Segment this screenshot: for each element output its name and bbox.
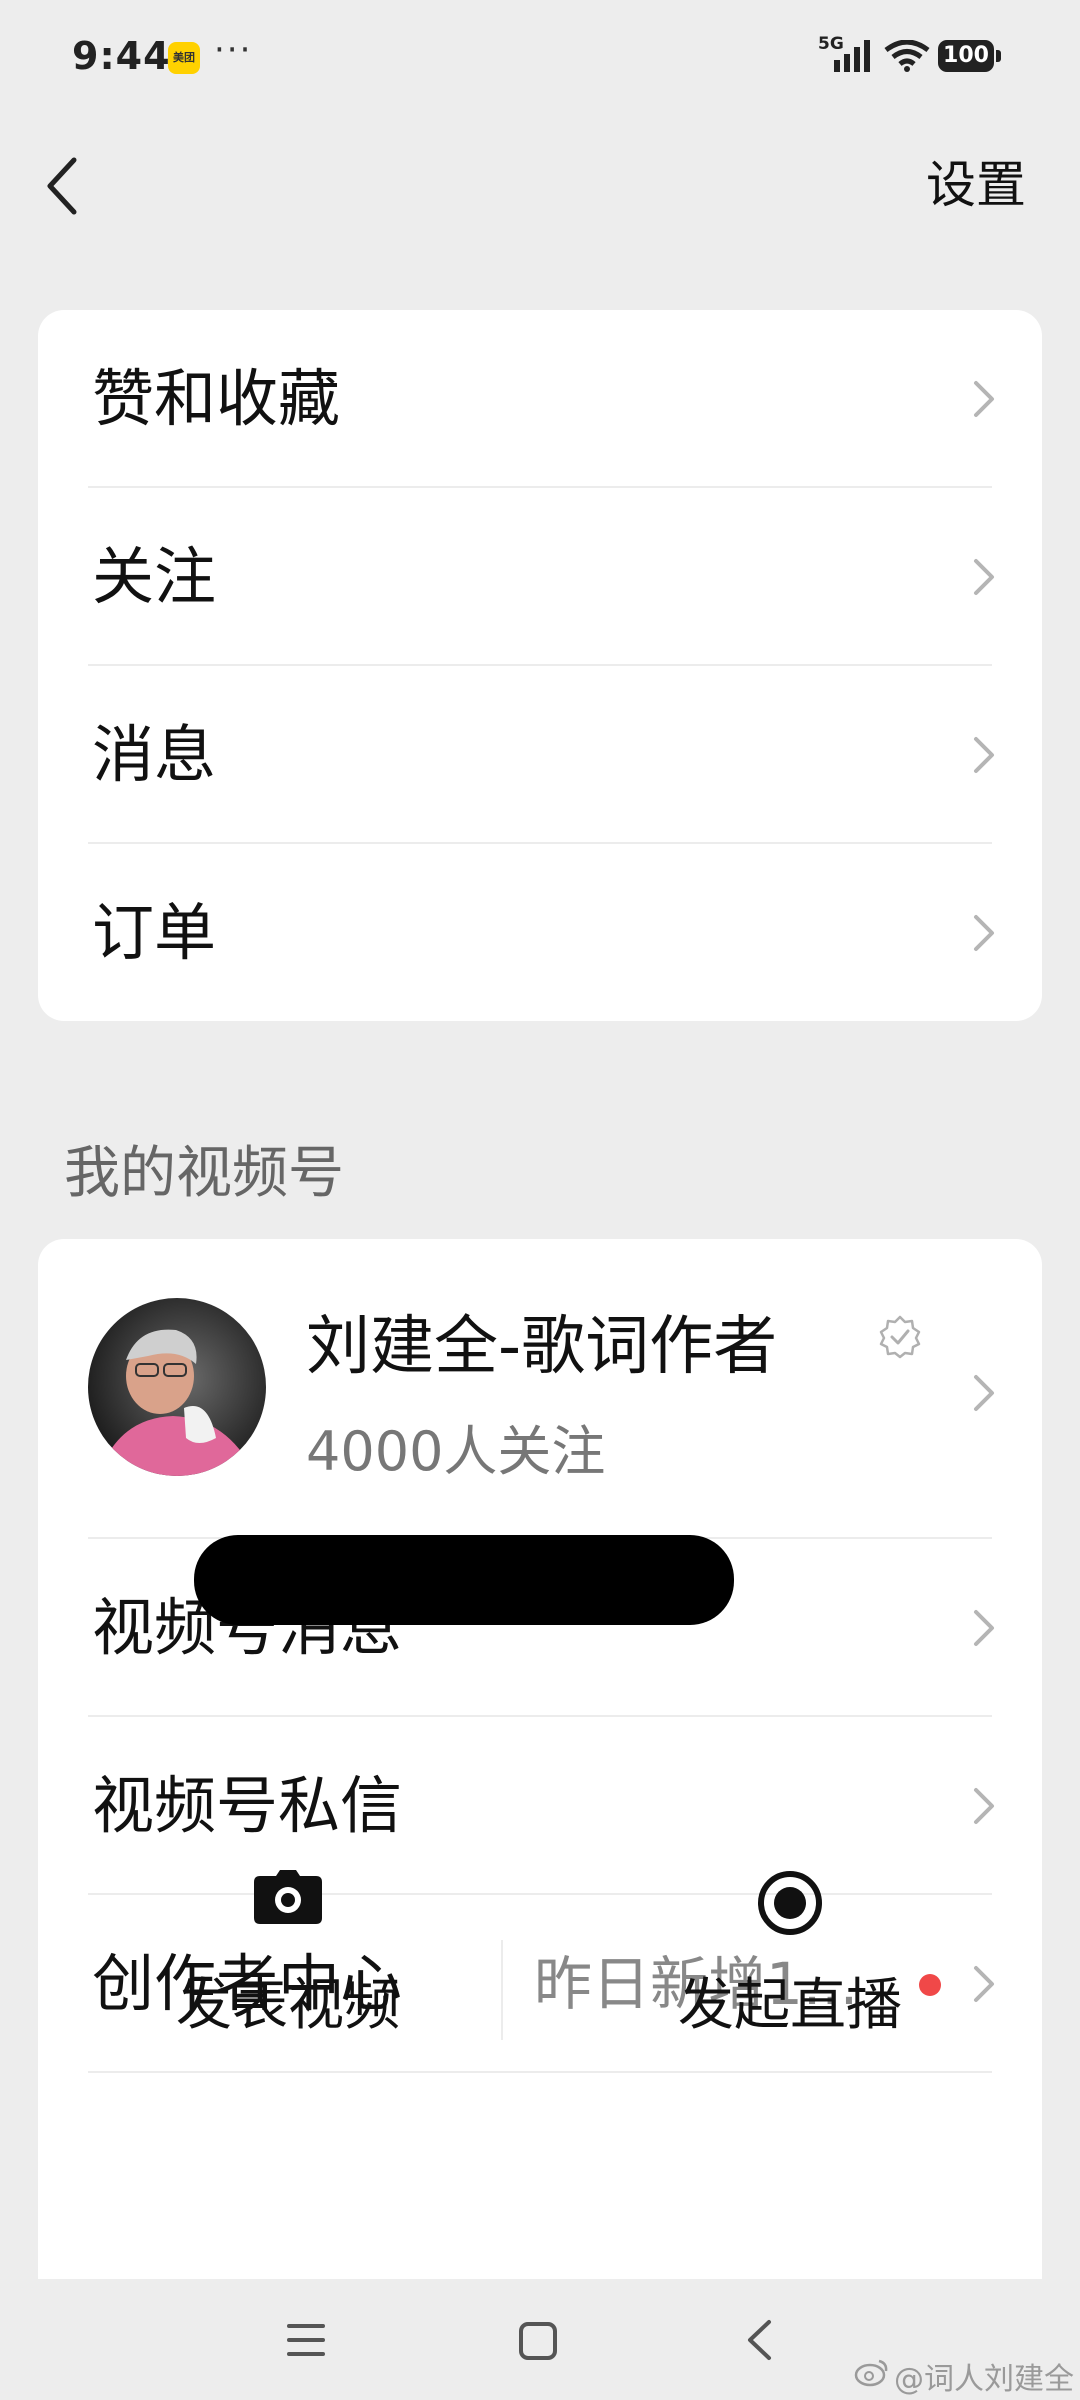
profile-name: 刘建全-歌词作者 [306, 1310, 778, 1384]
row-label: 消息 [92, 718, 217, 791]
battery-tip [996, 50, 1001, 62]
action-divider [501, 1940, 503, 2040]
likes-favorites-row[interactable]: 赞和收藏 [38, 310, 1042, 488]
status-bar: 9:44 美团 ··· 5G 100 [0, 0, 1080, 115]
back-icon[interactable] [744, 2318, 774, 2362]
live-record-icon [758, 1871, 822, 1935]
chevron-left-icon [47, 157, 77, 215]
verified-badge-icon [879, 1315, 921, 1359]
weibo-logo-icon [854, 2359, 888, 2387]
chevron-right-icon [974, 381, 994, 417]
profile-row[interactable]: 刘建全-歌词作者 4000人关注 [38, 1239, 1042, 1537]
chevron-right-icon [974, 915, 994, 951]
orders-row[interactable]: 订单 [38, 844, 1042, 1021]
action-label: 发表视频 [176, 1973, 400, 2038]
redaction-mark [194, 1535, 734, 1625]
camera-icon [254, 1870, 322, 1924]
chevron-right-icon [974, 1788, 994, 1824]
more-notifications-icon: ··· [214, 30, 253, 70]
messages-row[interactable]: 消息 [38, 666, 1042, 844]
status-time: 9:44 [72, 34, 171, 78]
row-label: 订单 [92, 896, 217, 969]
chevron-right-icon [974, 1375, 994, 1411]
chevron-right-icon [974, 737, 994, 773]
signal-icon [834, 40, 870, 72]
action-label: 发起直播 [678, 1973, 902, 2038]
wifi-icon [884, 40, 930, 72]
meituan-icon: 美团 [168, 42, 200, 74]
start-live-button[interactable]: 发起直播 [540, 1850, 1040, 2038]
menu-icon[interactable] [285, 2321, 329, 2359]
channels-card: 刘建全-歌词作者 4000人关注 视频号消息 视频号私信 创作者中心 昨日新增1… [38, 1239, 1042, 2279]
post-video-button[interactable]: 发表视频 [38, 1850, 538, 2038]
home-icon[interactable] [517, 2320, 559, 2362]
row-label: 关注 [92, 540, 217, 613]
chevron-right-icon [974, 559, 994, 595]
watermark: @词人刘建全 [894, 2362, 1074, 2397]
menu-card: 赞和收藏 关注 消息 订单 [38, 310, 1042, 1021]
follower-count: 4000人关注 [306, 1420, 606, 1483]
avatar [88, 1298, 266, 1476]
battery-icon: 100 [938, 40, 994, 72]
chevron-right-icon [974, 1610, 994, 1646]
section-title: 我的视频号 [64, 1141, 344, 1206]
following-row[interactable]: 关注 [38, 488, 1042, 666]
back-button[interactable] [36, 150, 88, 222]
divider [88, 2071, 992, 2073]
settings-button[interactable]: 设置 [926, 150, 1026, 220]
row-label: 赞和收藏 [92, 362, 341, 435]
